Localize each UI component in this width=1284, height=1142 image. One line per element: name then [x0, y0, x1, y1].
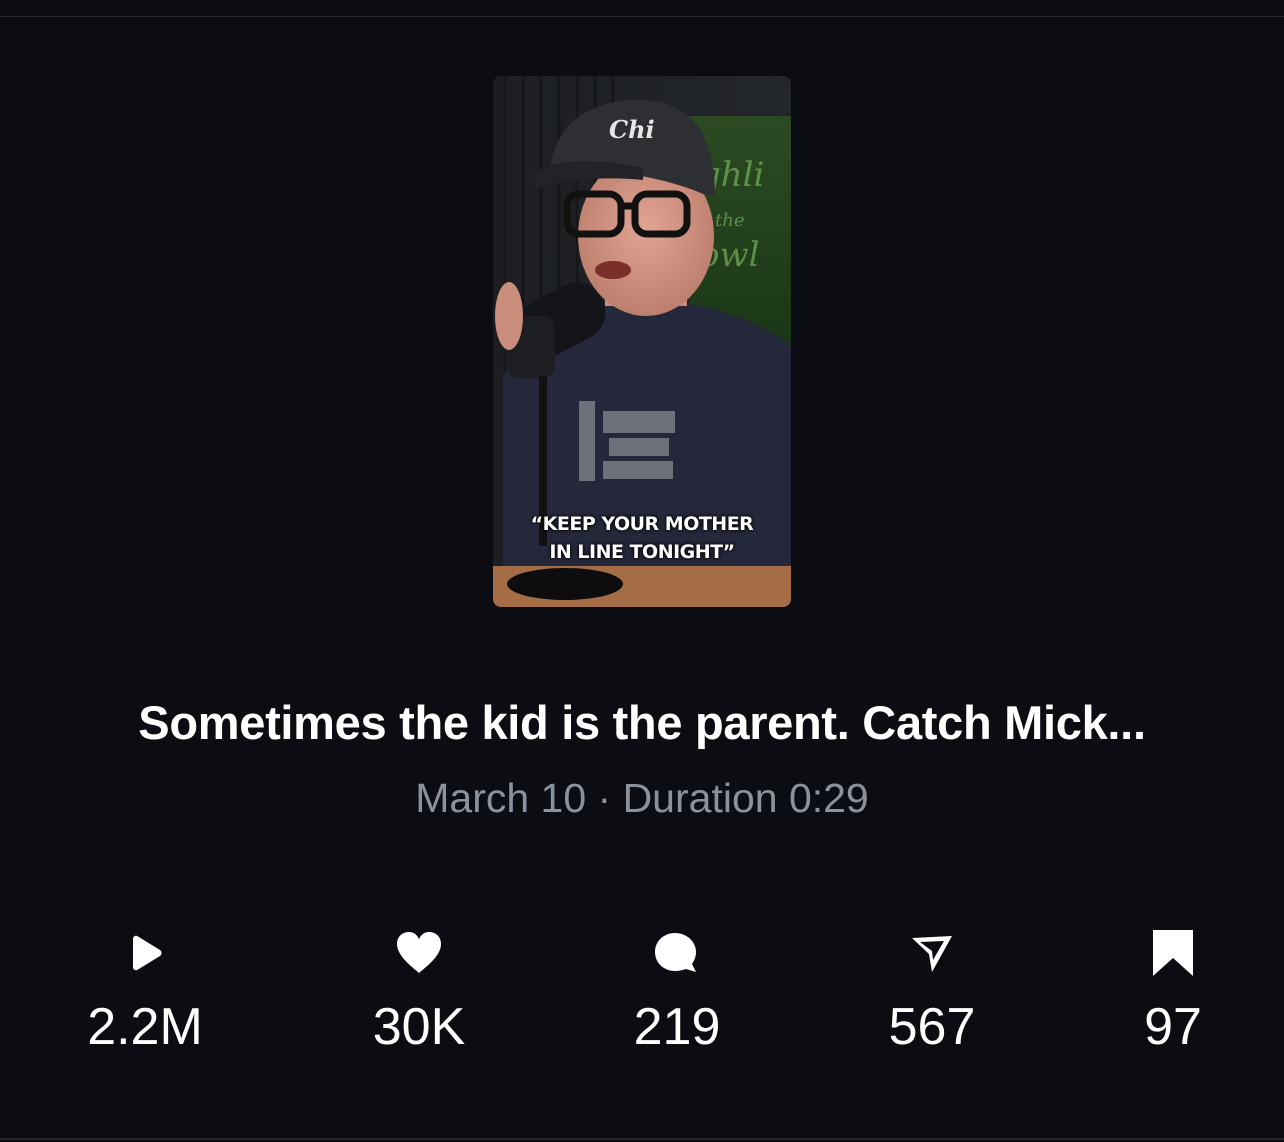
video-thumbnail[interactable]: ghli the owl Chi “KEEP YOUR MOTHER IN LI… — [493, 76, 791, 607]
top-divider — [0, 16, 1284, 17]
play-icon — [45, 925, 245, 981]
svg-text:the: the — [715, 210, 744, 231]
video-details-page: ghli the owl Chi “KEEP YOUR MOTHER IN LI… — [0, 0, 1284, 1142]
bookmarks-count: 97 — [1144, 998, 1202, 1056]
stat-bookmarks[interactable]: 97 — [1073, 925, 1273, 1059]
views-count: 2.2M — [87, 998, 203, 1056]
stat-shares[interactable]: 567 — [832, 925, 1032, 1059]
bottom-divider — [0, 1138, 1284, 1140]
comment-icon — [577, 925, 777, 981]
heart-icon — [319, 925, 519, 981]
stat-views[interactable]: 2.2M — [45, 925, 245, 1059]
stat-likes[interactable]: 30K — [319, 925, 519, 1059]
caption-line-2: IN LINE TONIGHT” — [549, 541, 735, 563]
share-icon — [832, 925, 1032, 981]
cap-logo: Chi — [609, 115, 655, 144]
comments-count: 219 — [633, 998, 721, 1056]
video-meta: March 10 · Duration 0:29 — [415, 775, 869, 821]
stat-comments[interactable]: 219 — [577, 925, 777, 1059]
thumbnail-caption: “KEEP YOUR MOTHER IN LINE TONIGHT” — [493, 510, 791, 566]
bookmark-icon — [1073, 925, 1273, 981]
video-title[interactable]: Sometimes the kid is the parent. Catch M… — [0, 693, 1284, 753]
likes-count: 30K — [372, 998, 466, 1056]
shares-count: 567 — [888, 998, 976, 1056]
caption-line-1: “KEEP YOUR MOTHER — [530, 513, 754, 535]
